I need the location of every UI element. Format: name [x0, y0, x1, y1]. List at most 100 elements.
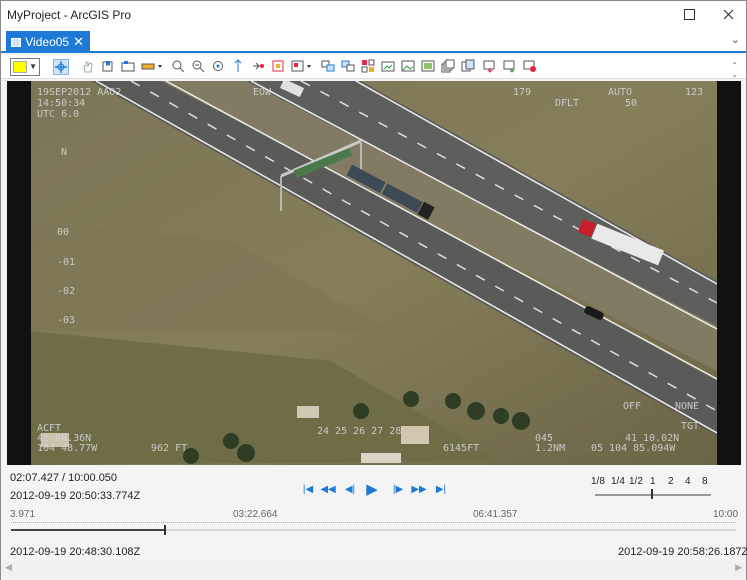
scroll-right-icon[interactable]: ▶ — [735, 562, 742, 573]
rate-label-1[interactable]: 1 — [650, 476, 656, 487]
grid-button[interactable] — [361, 59, 377, 75]
export-red-button[interactable] — [483, 59, 499, 75]
rewind-icon: ◀◀ — [320, 483, 336, 495]
marker-icon — [272, 60, 284, 72]
time-tick-0: 3.971 — [10, 509, 36, 520]
video-frame: 19SEP2012 AAO2 14:50:34 UTC 6.0 EOW 179 … — [31, 81, 717, 465]
skip-end-icon: ▶| — [435, 483, 447, 495]
marker-button[interactable] — [271, 59, 287, 75]
ruler-icon — [141, 63, 162, 70]
stack-button[interactable] — [441, 59, 457, 75]
rate-label-8[interactable]: 8 — [702, 476, 708, 487]
zoom-out-icon — [192, 60, 205, 73]
time-tick-1: 03:22.664 — [233, 509, 278, 520]
rate-label-2[interactable]: 2 — [668, 476, 674, 487]
zoom-out-button[interactable] — [191, 59, 207, 75]
copy-button[interactable] — [461, 59, 477, 75]
overlay-zoom: 123 — [685, 87, 704, 98]
layer-button-2[interactable] — [341, 59, 357, 75]
north-arrow-icon — [234, 59, 242, 72]
timeline-slider[interactable] — [11, 525, 736, 535]
north-arrow-button[interactable] — [231, 59, 247, 75]
fast-forward-icon: ▶▶ — [411, 483, 427, 495]
rate-label-1-2[interactable]: 1/2 — [629, 476, 643, 487]
image-icon — [401, 60, 415, 72]
overlay-ticks: 24 25 26 27 28 — [317, 426, 402, 437]
timeline-thumb[interactable] — [163, 525, 166, 535]
overlay-aircraft-lon: 104 48.77W — [37, 443, 98, 454]
pan-tool-button[interactable] — [81, 59, 97, 75]
rotate-button[interactable] — [211, 59, 227, 75]
go-to-end-button[interactable]: ▶| — [434, 482, 448, 496]
bookmark-button[interactable] — [101, 59, 117, 75]
tab-video05[interactable]: Video05 ✕ — [6, 31, 90, 53]
start-datetime: 2012-09-19 20:48:30.108Z — [10, 546, 141, 558]
tab-label: Video05 — [25, 35, 70, 49]
fast-forward-button[interactable]: ▶▶ — [411, 482, 427, 496]
time-tick-3: 10:00 — [713, 509, 739, 520]
measure-dropdown-button[interactable] — [141, 59, 163, 75]
overlay-auto: AUTO — [608, 87, 633, 98]
capture-frame-button[interactable] — [121, 59, 137, 75]
overlay-scale-2: -02 — [57, 286, 76, 297]
close-window-button[interactable] — [714, 3, 742, 25]
tab-overflow-chevron-icon[interactable]: ⌄ — [731, 33, 740, 46]
overlay-scale-3: -03 — [57, 315, 76, 326]
overlay-off: OFF — [623, 401, 642, 412]
highlight-color-picker[interactable]: ▼ — [10, 58, 40, 76]
layers-icon — [321, 60, 335, 72]
step-back-button[interactable]: ◀| — [343, 482, 357, 496]
overlay-north-indicator: N — [61, 147, 68, 158]
image-export-alt-button[interactable] — [421, 59, 437, 75]
rotate-icon — [213, 61, 223, 71]
yellow-color-swatch — [13, 61, 27, 73]
window-title: MyProject - ArcGIS Pro — [7, 8, 132, 22]
close-tab-icon[interactable]: ✕ — [73, 34, 84, 50]
play-icon: ▶ — [366, 481, 378, 498]
video-player[interactable]: 19SEP2012 AAO2 14:50:34 UTC 6.0 EOW 179 … — [7, 81, 741, 465]
export-green-button[interactable] — [503, 59, 519, 75]
layer-button-1[interactable] — [321, 59, 337, 75]
rate-label-4[interactable]: 4 — [685, 476, 691, 487]
rate-label-1-8[interactable]: 1/8 — [591, 476, 605, 487]
rate-label-1-4[interactable]: 1/4 — [611, 476, 625, 487]
add-point-icon — [253, 62, 264, 70]
frame-extract-button[interactable] — [381, 59, 397, 75]
image-alt-icon — [421, 60, 435, 72]
bookmark-icon — [102, 61, 113, 72]
maximize-button[interactable] — [675, 3, 703, 25]
play-button[interactable]: ▶ — [365, 481, 379, 498]
video-toolbar: ▼ — [1, 55, 746, 79]
step-forward-button[interactable]: |▶ — [391, 482, 405, 496]
zoom-to-button[interactable] — [171, 59, 187, 75]
close-icon — [723, 9, 733, 19]
arcgis-pro-window: MyProject - ArcGIS Pro Video05 ✕ ⌄ ▼ ⌃ ⌄… — [0, 0, 747, 580]
timeline-ruler — [11, 522, 736, 523]
graphics-dropdown-button[interactable] — [291, 59, 313, 75]
toolbar-overflow-icon[interactable]: ⌃ ⌄ — [731, 61, 738, 79]
add-feature-button[interactable] — [251, 59, 267, 75]
zoom-in-icon — [172, 60, 185, 73]
grid-icon — [361, 59, 375, 73]
playback-rate-thumb[interactable] — [651, 489, 653, 499]
skip-start-icon: |◀ — [302, 483, 314, 495]
select-tool-button[interactable] — [53, 59, 69, 75]
overlay-scale-1: -01 — [57, 257, 76, 268]
rewind-button[interactable]: ◀◀ — [320, 482, 336, 496]
scroll-left-icon[interactable]: ◀ — [5, 562, 12, 573]
overlay-target-lon: 05 104 85.094W — [591, 443, 676, 454]
frame-icon — [381, 61, 395, 72]
image-export-button[interactable] — [401, 59, 417, 75]
settings-button[interactable] — [523, 59, 539, 75]
playback-rate-slider[interactable] — [595, 494, 711, 496]
camera-icon — [121, 61, 135, 72]
go-to-start-button[interactable]: |◀ — [301, 482, 315, 496]
aerial-highway-image — [31, 81, 717, 465]
overlay-altitude: 962 FT — [151, 443, 188, 454]
title-bar: MyProject - ArcGIS Pro — [1, 1, 746, 29]
overlay-date: 19SEP2012 AAO2 — [37, 87, 122, 98]
horizontal-scrollbar[interactable]: ◀ ▶ — [1, 561, 746, 577]
export-icon — [483, 60, 495, 73]
overlay-fov: 50 — [625, 98, 638, 109]
playback-controls: 02:07.427 / 10:00.050 2012-09-19 20:50:3… — [1, 465, 747, 580]
